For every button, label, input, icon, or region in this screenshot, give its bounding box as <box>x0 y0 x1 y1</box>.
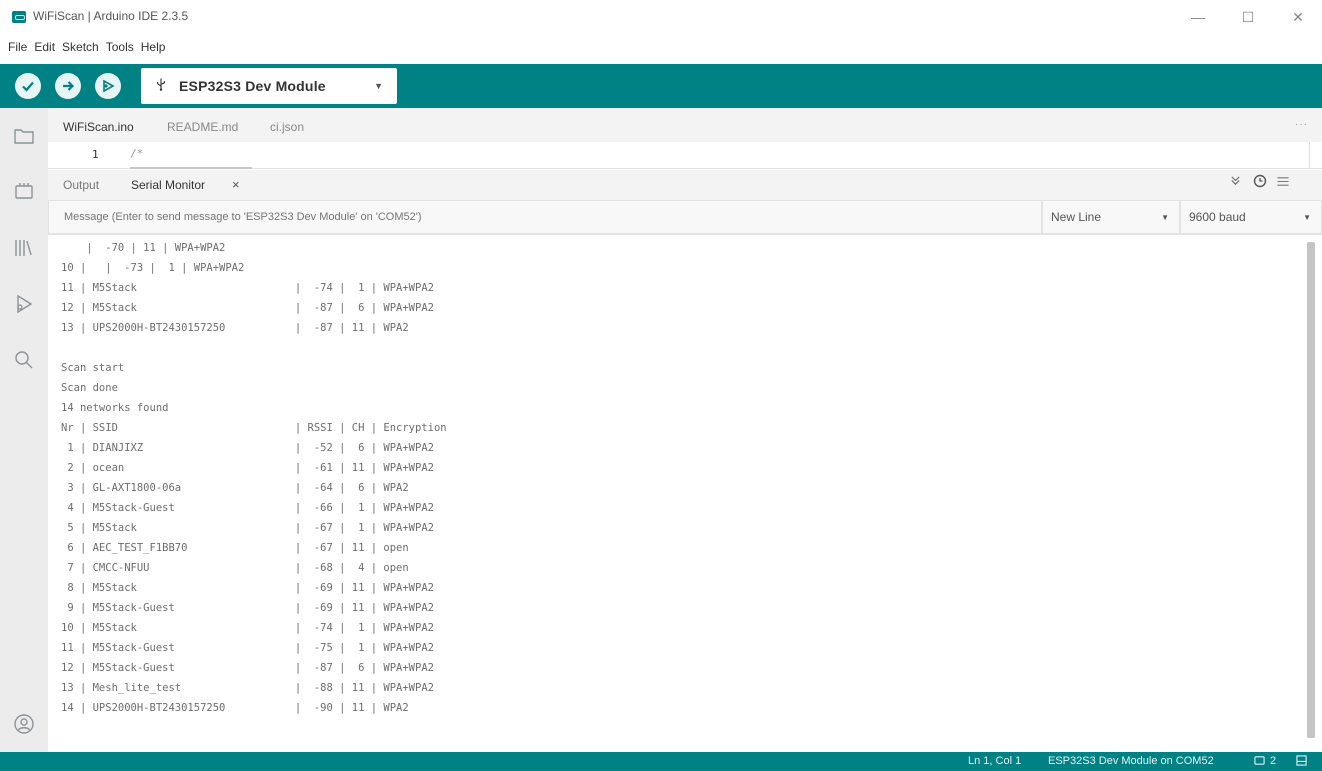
menu-edit[interactable]: Edit <box>34 40 55 54</box>
serial-output-line: 11 | M5Stack-Guest | -75 | 1 | WPA+WPA2 <box>61 642 434 654</box>
close-icon[interactable]: × <box>232 177 240 192</box>
verify-button[interactable] <box>15 73 41 99</box>
line-ending-select[interactable]: New Line ▼ <box>1042 200 1180 234</box>
chevron-down-icon: ▼ <box>1161 213 1169 222</box>
board-name: ESP32S3 Dev Module <box>179 78 326 94</box>
baud-rate-value: 9600 baud <box>1189 210 1246 224</box>
serial-output-line: 12 | M5Stack-Guest | -87 | 6 | WPA+WPA2 <box>61 662 434 674</box>
menu-help[interactable]: Help <box>141 40 166 54</box>
debug-sidebar-icon[interactable] <box>12 292 36 316</box>
debug-icon <box>103 79 115 93</box>
serial-output[interactable]: | -70 | 11 | WPA+WPA2 10 | | -73 | 1 | WP… <box>48 236 1306 752</box>
serial-output-line: | -70 | 11 | WPA+WPA2 <box>61 242 226 254</box>
maximize-button[interactable]: ☐ <box>1230 6 1266 28</box>
activity-sidebar <box>0 108 48 753</box>
serial-output-line: 7 | CMCC-NFUU | -68 | 4 | open <box>61 562 409 574</box>
tab-serial-monitor[interactable]: Serial Monitor <box>131 178 205 192</box>
code-line: /* <box>130 147 144 160</box>
clear-output-icon[interactable] <box>1276 175 1290 191</box>
window-title: WiFiScan | Arduino IDE 2.3.5 <box>33 9 189 23</box>
board-port-status[interactable]: ESP32S3 Dev Module on COM52 <box>1048 755 1214 767</box>
arduino-app-icon <box>12 11 26 23</box>
tab-wifiscan-ino[interactable]: WiFiScan.ino <box>63 120 134 134</box>
baud-rate-select[interactable]: 9600 baud ▼ <box>1180 200 1322 234</box>
autoscroll-icon[interactable] <box>1230 175 1241 189</box>
usb-icon <box>155 77 175 95</box>
notification-count: 2 <box>1270 755 1277 767</box>
serial-output-line: 5 | M5Stack | -67 | 1 | WPA+WPA2 <box>61 522 434 534</box>
serial-output-line: Nr | SSID | RSSI | CH | Encryption <box>61 422 447 434</box>
menu-tools[interactable]: Tools <box>106 40 134 54</box>
menu-sketch[interactable]: Sketch <box>62 40 99 54</box>
line-number: 1 <box>92 148 99 161</box>
file-tabs: WiFiScan.ino README.md ci.json ··· <box>48 108 1322 142</box>
board-selector[interactable]: ESP32S3 Dev Module ▼ <box>141 68 397 104</box>
account-icon[interactable] <box>12 712 36 736</box>
serial-output-line: 10 | | -73 | 1 | WPA+WPA2 <box>61 262 245 274</box>
notification-icon[interactable] <box>1254 755 1265 769</box>
serial-output-line: Scan start <box>61 362 125 374</box>
tab-output[interactable]: Output <box>63 178 99 192</box>
menu-file[interactable]: File <box>8 40 27 54</box>
serial-output-line: 9 | M5Stack-Guest | -69 | 11 | WPA+WPA2 <box>61 602 434 614</box>
minimize-button[interactable]: — <box>1180 6 1216 28</box>
serial-output-line: 11 | M5Stack | -74 | 1 | WPA+WPA2 <box>61 282 434 294</box>
menu-bar: File Edit Sketch Tools Help <box>0 36 1322 58</box>
serial-output-line <box>61 338 1306 358</box>
serial-output-line: 12 | M5Stack | -87 | 6 | WPA+WPA2 <box>61 302 434 314</box>
serial-output-text: | -70 | 11 | WPA+WPA2 10 | | -73 | 1 | WP… <box>48 236 1306 718</box>
library-icon[interactable] <box>12 236 36 260</box>
window-titlebar: WiFiScan | Arduino IDE 2.3.5 — ☐ ✕ <box>0 0 1322 34</box>
tab-ci-json[interactable]: ci.json <box>270 120 304 134</box>
serial-output-line: 3 | GL-AXT1800-06a | -64 | 6 | WPA2 <box>61 482 409 494</box>
serial-output-scrollbar[interactable] <box>1307 242 1315 738</box>
toggle-panel-icon[interactable] <box>1296 755 1307 769</box>
serial-output-line: 10 | M5Stack | -74 | 1 | WPA+WPA2 <box>61 622 434 634</box>
debug-button[interactable] <box>95 73 121 99</box>
folder-icon[interactable] <box>12 124 36 148</box>
code-editor[interactable]: 1 /* <box>48 142 1322 169</box>
timestamp-icon[interactable] <box>1253 174 1267 191</box>
editor-vertical-ruler <box>1309 142 1310 168</box>
line-ending-value: New Line <box>1051 210 1102 224</box>
cursor-position[interactable]: Ln 1, Col 1 <box>968 755 1021 767</box>
check-icon <box>22 81 34 92</box>
serial-output-line: 14 | UPS2000H-BT2430157250 | -90 | 11 | … <box>61 702 409 714</box>
serial-output-line: 4 | M5Stack-Guest | -66 | 1 | WPA+WPA2 <box>61 502 434 514</box>
serial-output-line: 1 | DIANJIXZ | -52 | 6 | WPA+WPA2 <box>61 442 434 454</box>
serial-message-bar: New Line ▼ 9600 baud ▼ <box>48 200 1322 235</box>
serial-output-line: 6 | AEC_TEST_F1BB70 | -67 | 11 | open <box>61 542 409 554</box>
serial-output-line: Scan done <box>61 382 118 394</box>
serial-output-line: 2 | ocean | -61 | 11 | WPA+WPA2 <box>61 462 434 474</box>
bottom-panel-header: Output Serial Monitor × <box>48 170 1322 200</box>
chevron-down-icon: ▼ <box>1303 213 1311 222</box>
more-actions-icon[interactable]: ··· <box>1295 119 1308 130</box>
message-input[interactable] <box>48 200 1042 234</box>
boards-icon[interactable] <box>12 180 36 204</box>
serial-output-line: 14 networks found <box>61 402 169 414</box>
search-icon[interactable] <box>12 348 36 372</box>
serial-output-line: 13 | UPS2000H-BT2430157250 | -87 | 11 | … <box>61 322 409 334</box>
arrow-right-icon <box>63 81 75 91</box>
tab-readme-md[interactable]: README.md <box>167 120 238 134</box>
serial-output-line: 8 | M5Stack | -69 | 11 | WPA+WPA2 <box>61 582 434 594</box>
close-button[interactable]: ✕ <box>1280 6 1316 28</box>
editor-horizontal-scrollbar[interactable] <box>130 167 252 169</box>
status-bar: Ln 1, Col 1 ESP32S3 Dev Module on COM52 … <box>0 752 1322 771</box>
serial-output-line: 13 | Mesh_lite_test | -88 | 11 | WPA+WPA… <box>61 682 434 694</box>
upload-button[interactable] <box>55 73 81 99</box>
chevron-down-icon: ▼ <box>374 81 383 91</box>
